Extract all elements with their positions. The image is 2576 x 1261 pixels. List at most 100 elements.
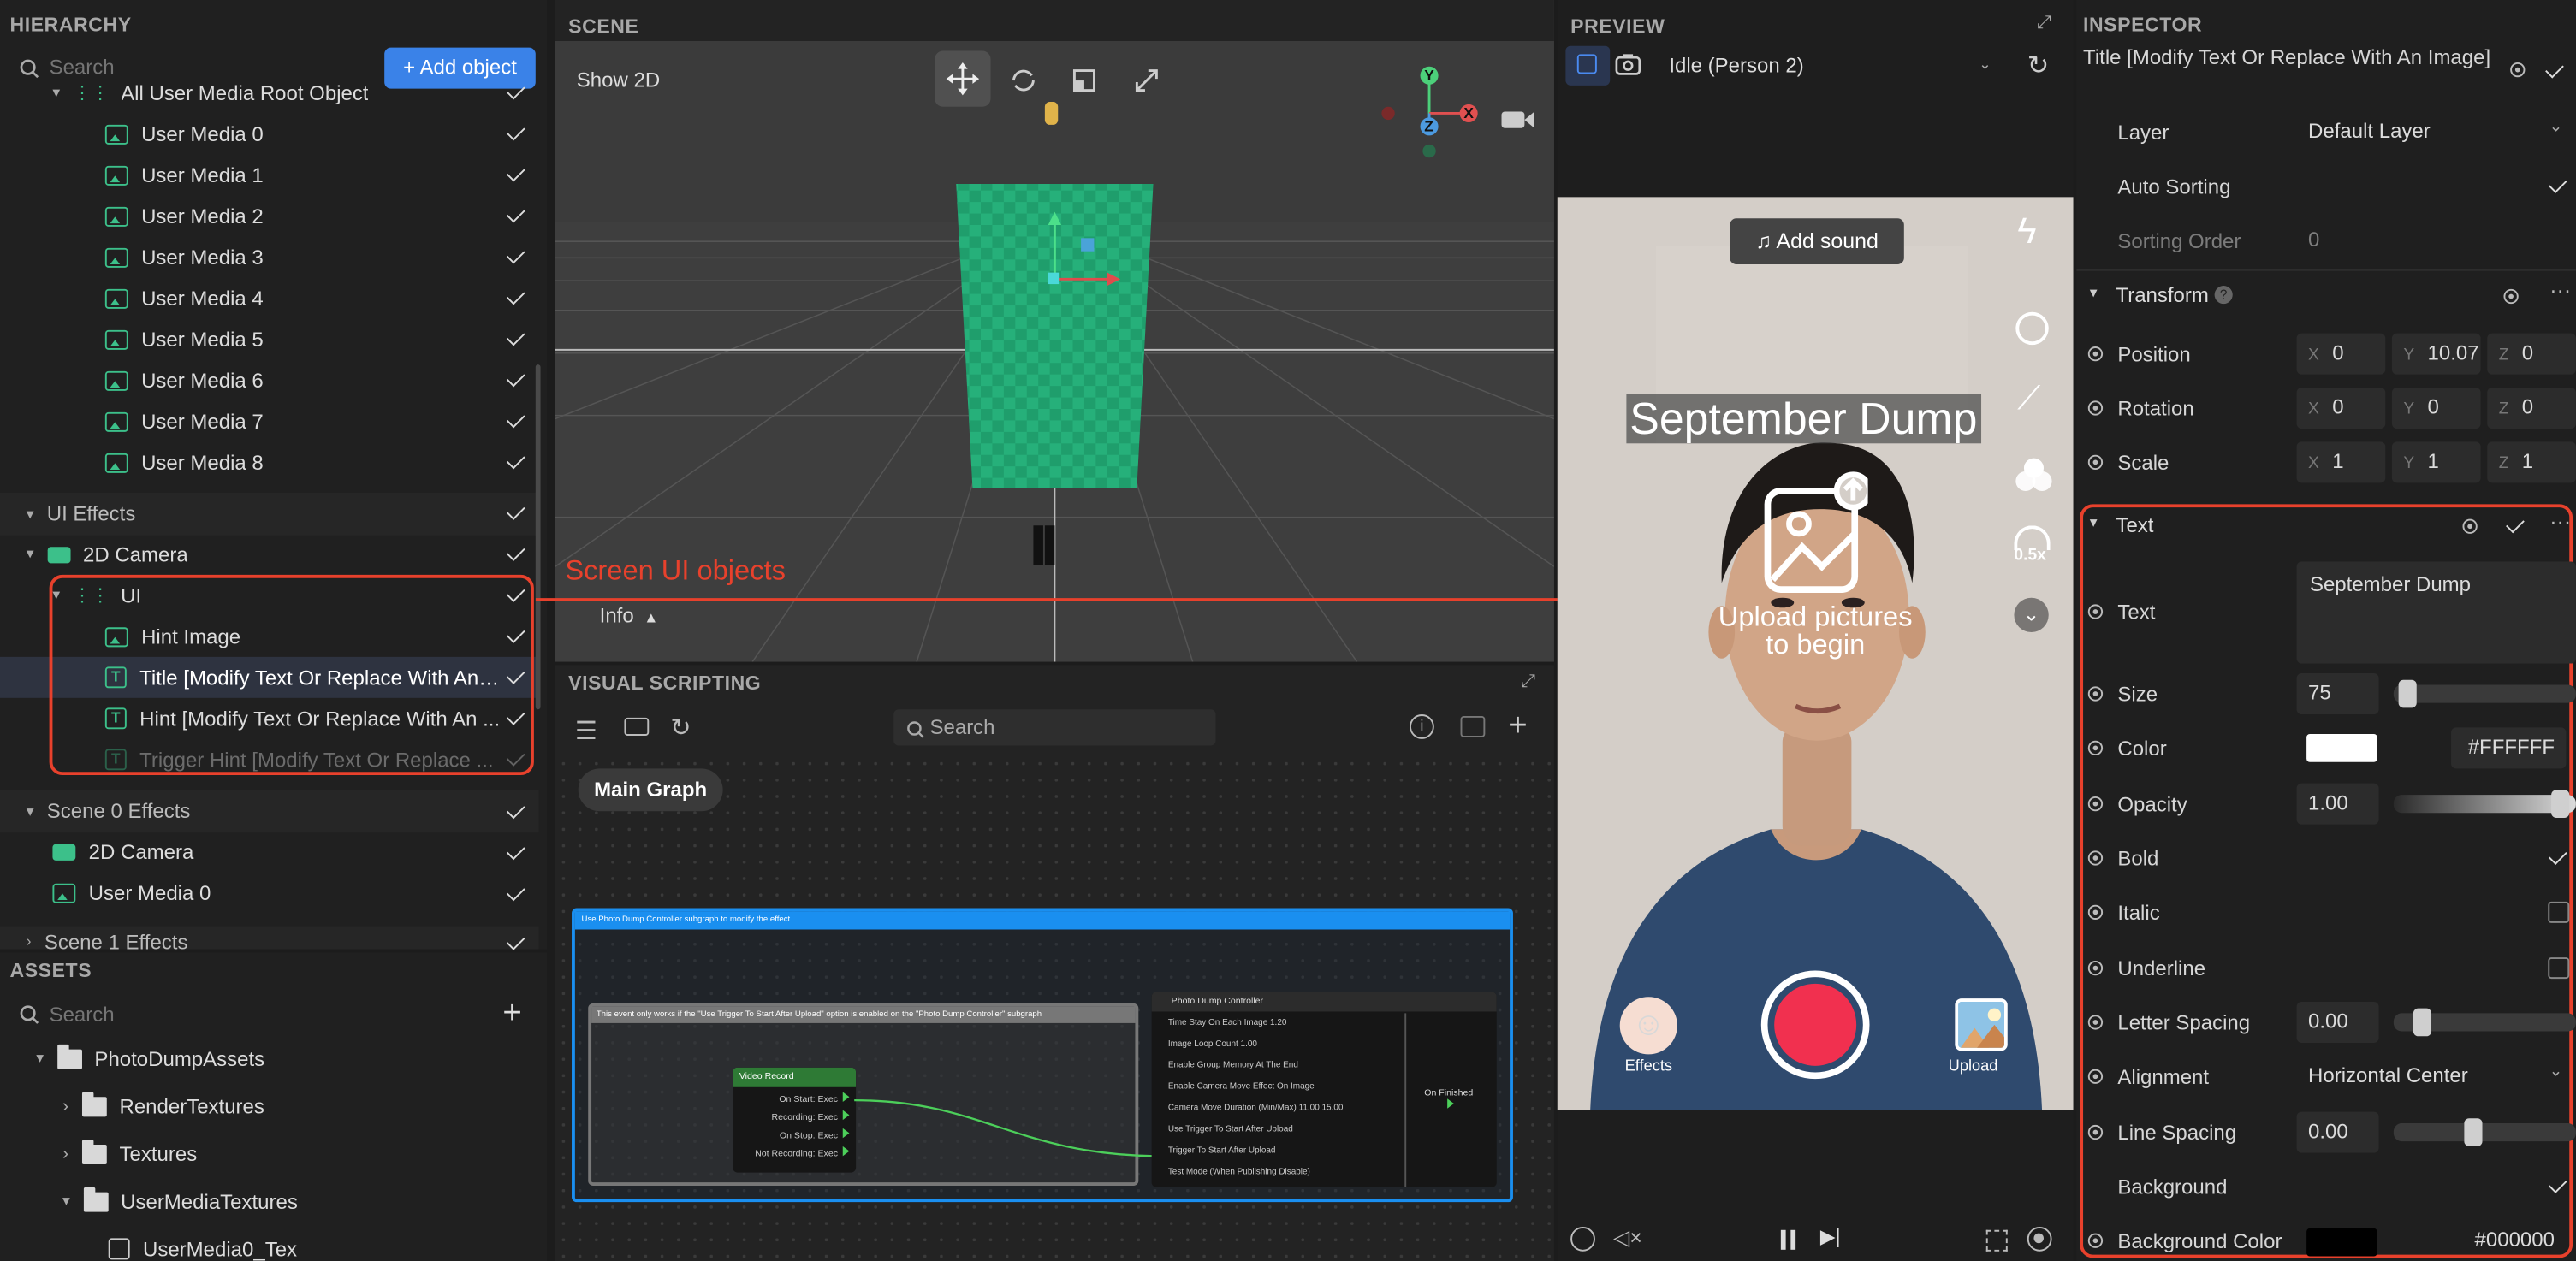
background-checkbox[interactable]: [2548, 1175, 2567, 1193]
chevron-down-icon[interactable]: ▾: [27, 802, 34, 820]
show-2d-toggle[interactable]: Show 2D: [577, 69, 660, 92]
bind-dot-icon[interactable]: [2087, 1069, 2104, 1084]
chevron-right-icon[interactable]: ›: [27, 932, 32, 949]
bind-dot-icon[interactable]: [2087, 796, 2104, 812]
underline-checkbox[interactable]: [2548, 957, 2570, 980]
rotation-z-input[interactable]: Z0: [2487, 388, 2576, 429]
bind-dot-icon[interactable]: [2087, 604, 2104, 619]
assets-search-input[interactable]: [49, 997, 378, 1033]
hierarchy-item-user-media[interactable]: User Media 3: [0, 236, 539, 277]
opacity-input[interactable]: 1.00: [2296, 783, 2379, 825]
chevron-down-icon[interactable]: ⌄: [2014, 597, 2049, 633]
preview-mode-button[interactable]: [1565, 45, 1611, 86]
chevron-down-icon[interactable]: ▾: [27, 545, 34, 563]
asset-folder-photodumpassets[interactable]: ▾ PhotoDumpAssets: [36, 1038, 264, 1079]
slider-handle[interactable]: [2413, 1008, 2432, 1037]
bind-dot-icon[interactable]: [2087, 686, 2104, 702]
size-slider[interactable]: [2393, 679, 2576, 708]
effects-button[interactable]: ☺: [1619, 997, 1677, 1055]
asset-folder-usermediatextures[interactable]: ▾ UserMediaTextures: [62, 1181, 298, 1222]
hierarchy-item-user-media[interactable]: User Media 7: [0, 400, 539, 441]
color-swatch[interactable]: [2306, 1228, 2377, 1257]
timer-icon[interactable]: [2015, 311, 2049, 346]
auto-sorting-checkbox[interactable]: [2548, 175, 2567, 193]
check-icon[interactable]: [2506, 514, 2525, 534]
alignment-dropdown[interactable]: Horizontal Center ⌄: [2297, 1056, 2567, 1097]
photo-dump-controller-node[interactable]: Photo Dump Controller Time Stay On Each …: [1151, 992, 1497, 1187]
camera-icon[interactable]: [1615, 52, 1641, 83]
hierarchy-item-user-media[interactable]: User Media 6: [0, 359, 539, 400]
main-graph-tab[interactable]: Main Graph: [578, 768, 723, 812]
opacity-slider[interactable]: [2393, 790, 2576, 818]
line-spacing-slider[interactable]: [2393, 1118, 2576, 1146]
refresh-icon[interactable]: ↻: [2027, 50, 2050, 82]
record-button[interactable]: [1760, 970, 1870, 1080]
chevron-right-icon[interactable]: ›: [62, 1144, 68, 1163]
text-value-textarea[interactable]: September Dump: [2296, 561, 2576, 664]
upload-button[interactable]: [1955, 998, 2008, 1051]
bind-dot-icon[interactable]: [2087, 400, 2104, 416]
chevron-down-icon[interactable]: ▾: [62, 1193, 70, 1211]
line-spacing-input[interactable]: 0.00: [2296, 1111, 2379, 1153]
panel-icon[interactable]: [624, 717, 650, 736]
bind-dot-icon[interactable]: [2087, 1015, 2104, 1030]
scale-tool-icon[interactable]: [1070, 66, 1100, 104]
asset-usermedia0-tex[interactable]: UserMedia0_Tex: [108, 1228, 297, 1261]
info-icon[interactable]: i: [1410, 714, 1434, 739]
chevron-right-icon[interactable]: ›: [62, 1096, 68, 1116]
node-input-row[interactable]: Image Loop Count 1.00: [1152, 1034, 1497, 1056]
node-input-row[interactable]: Enable Group Memory At The End: [1152, 1056, 1497, 1077]
rect-tool-icon[interactable]: [1132, 66, 1162, 104]
node-port[interactable]: Recording: Exec: [733, 1110, 856, 1128]
help-icon[interactable]: ?: [2214, 286, 2233, 305]
hierarchy-item-user-media[interactable]: User Media 0: [0, 113, 539, 154]
flash-icon[interactable]: ϟ: [2017, 210, 2036, 253]
section-scene-0-effects[interactable]: ▾ Scene 0 Effects: [0, 790, 539, 833]
size-input[interactable]: 75: [2296, 673, 2379, 715]
video-record-node[interactable]: Video Record On Start: Exec Recording: Ex…: [733, 1067, 857, 1173]
position-x-input[interactable]: X0: [2296, 333, 2386, 375]
node-input-row[interactable]: Test Mode (When Publishing Disable): [1152, 1163, 1497, 1184]
bg-color-hex-input[interactable]: #000000: [2451, 1220, 2566, 1261]
color-hex-input[interactable]: #FFFFFF: [2451, 727, 2567, 769]
transform-header[interactable]: ▾ Transform ? ···: [2076, 269, 2576, 319]
bind-dot-icon[interactable]: [2087, 346, 2104, 362]
bind-dot-icon[interactable]: [2087, 454, 2104, 471]
layer-dropdown[interactable]: Default Layer ⌄: [2297, 112, 2567, 153]
italic-checkbox[interactable]: [2548, 901, 2570, 923]
hierarchy-item-user-media[interactable]: User Media 4: [0, 277, 539, 318]
node-port[interactable]: On Stop: Exec: [733, 1128, 856, 1146]
scale-y-input[interactable]: Y1: [2391, 441, 2481, 483]
visibility-icon[interactable]: [2503, 288, 2519, 305]
check-icon[interactable]: [2545, 59, 2564, 79]
chevron-down-icon[interactable]: ▾: [27, 505, 34, 523]
camera-view-icon[interactable]: [1500, 109, 1536, 139]
section-scene-1-effects[interactable]: › Scene 1 Effects: [0, 926, 539, 950]
hierarchy-item-user-media[interactable]: User Media 2: [0, 195, 539, 236]
popout-icon[interactable]: ⤢: [1522, 672, 1536, 693]
bold-checkbox[interactable]: [2548, 846, 2567, 865]
hierarchy-item-2d-camera[interactable]: ▾ 2D Camera: [0, 534, 539, 575]
node-input-row[interactable]: Time Stay On Each Image 1.20: [1152, 1013, 1497, 1034]
visibility-icon[interactable]: [2462, 518, 2478, 534]
asset-folder-textures[interactable]: › Textures: [62, 1134, 197, 1175]
visibility-icon[interactable]: [2510, 62, 2526, 78]
hierarchy-item-scene0-camera[interactable]: 2D Camera: [0, 831, 539, 872]
bind-dot-icon[interactable]: [2087, 850, 2104, 866]
chevron-down-icon[interactable]: ▾: [36, 1050, 44, 1068]
node-port[interactable]: Not Recording: Exec: [733, 1146, 856, 1164]
slider-handle[interactable]: [2464, 1118, 2483, 1146]
hierarchy-item-root[interactable]: ▾ ⋮⋮ All User Media Root Object: [0, 72, 539, 113]
node-port[interactable]: On Start: Exec: [733, 1092, 856, 1110]
asset-folder-rendertextures[interactable]: › RenderTextures: [62, 1086, 264, 1127]
bind-dot-icon[interactable]: [2087, 1233, 2104, 1248]
menu-icon[interactable]: ☰: [575, 716, 597, 746]
chevron-down-icon[interactable]: ▾: [52, 84, 60, 102]
hierarchy-item-scene0-media[interactable]: User Media 0: [0, 872, 539, 913]
hierarchy-item-user-media[interactable]: User Media 1: [0, 154, 539, 195]
bind-dot-icon[interactable]: [2087, 960, 2104, 976]
more-icon[interactable]: ···: [2549, 277, 2571, 302]
rotate-tool-icon[interactable]: [1009, 66, 1039, 104]
scale-z-input[interactable]: Z1: [2487, 441, 2576, 483]
mute-icon[interactable]: ◁×: [1613, 1225, 1642, 1252]
